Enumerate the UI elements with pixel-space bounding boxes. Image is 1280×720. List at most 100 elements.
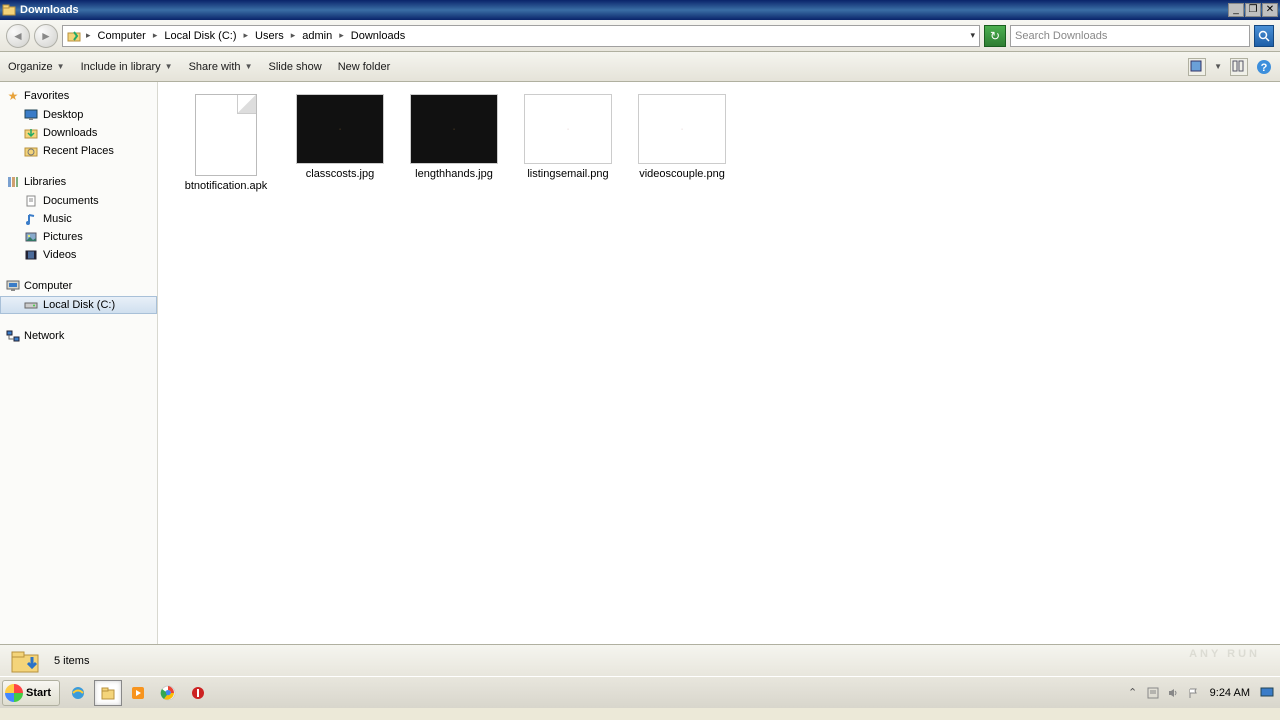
newfolder-label: New folder [338,61,391,73]
chevron-right-icon: ▸ [289,30,298,41]
sidebar-item-label: Music [43,213,72,225]
file-item[interactable]: · lengthhands.jpg [404,94,504,181]
music-icon [24,212,38,226]
sidebar-item-label: Downloads [43,127,97,139]
sidebar-item-label: Desktop [43,109,83,121]
back-button[interactable]: ◄ [6,24,30,48]
include-label: Include in library [81,61,161,73]
status-bar: 5 items [0,644,1280,676]
chevron-down-icon[interactable]: ▾ [970,30,975,41]
file-item[interactable]: · classcosts.jpg [290,94,390,181]
address-bar: ◄ ► ▸ Computer ▸ Local Disk (C:) ▸ Users… [0,20,1280,52]
breadcrumb-item[interactable]: Computer [96,30,148,42]
file-thumbnail: · [410,94,498,164]
sidebar-item-videos[interactable]: Videos [0,246,157,264]
libraries-label: Libraries [24,176,66,188]
status-text: 5 items [54,655,89,667]
new-folder-button[interactable]: New folder [338,61,391,73]
share-label: Share with [189,61,241,73]
clock[interactable]: 9:24 AM [1206,687,1254,699]
libraries-group[interactable]: Libraries [0,172,157,192]
chevron-right-icon: ▸ [84,30,93,41]
navigation-pane: ★Favorites Desktop Downloads Recent Plac… [0,82,158,644]
content-area: ★Favorites Desktop Downloads Recent Plac… [0,82,1280,644]
breadcrumb-item[interactable]: Local Disk (C:) [162,30,238,42]
chevron-down-icon: ▼ [57,62,65,71]
breadcrumb[interactable]: ▸ Computer ▸ Local Disk (C:) ▸ Users ▸ a… [62,25,980,47]
show-desktop-button[interactable] [1260,686,1274,700]
file-name: classcosts.jpg [306,168,374,181]
favorites-label: Favorites [24,90,69,102]
taskbar-item-chrome[interactable] [154,680,182,706]
taskbar-item-explorer[interactable] [94,680,122,706]
watermark: ANY RUN [1189,648,1260,660]
include-in-library-menu[interactable]: Include in library▼ [81,61,173,73]
taskbar-item-app[interactable] [184,680,212,706]
maximize-button[interactable]: ❐ [1245,3,1261,17]
file-item[interactable]: ·videoscouple.png [632,94,732,181]
recent-icon [24,144,38,158]
start-label: Start [26,687,51,699]
help-button[interactable]: ? [1256,59,1272,75]
computer-group[interactable]: Computer [0,276,157,296]
breadcrumb-item[interactable]: admin [300,30,334,42]
file-item[interactable]: ·listingsemail.png [518,94,618,181]
sidebar-item-desktop[interactable]: Desktop [0,106,157,124]
show-hidden-icon[interactable]: ⌃ [1126,686,1140,700]
chevron-right-icon: ▸ [241,30,250,41]
view-options-button[interactable] [1188,58,1206,76]
window-titlebar: Downloads _ ❐ ✕ [0,0,1280,20]
preview-pane-button[interactable] [1230,58,1248,76]
computer-icon [6,279,20,293]
organize-label: Organize [8,61,53,73]
file-list[interactable]: btnotification.apk · classcosts.jpg · length… [158,82,1280,644]
taskbar-item-ie[interactable] [64,680,92,706]
file-thumbnail: · [638,94,726,164]
network-group[interactable]: Network [0,326,157,346]
system-tray: ⌃ 9:24 AM [1126,686,1278,700]
computer-label: Computer [24,280,72,292]
file-item[interactable]: btnotification.apk [176,94,276,193]
sidebar-item-local-disk[interactable]: Local Disk (C:) [0,296,157,314]
sidebar-item-label: Documents [43,195,99,207]
action-center-icon[interactable] [1146,686,1160,700]
favorites-group[interactable]: ★Favorites [0,86,157,106]
flag-icon[interactable] [1186,686,1200,700]
breadcrumb-item[interactable]: Users [253,30,286,42]
sidebar-item-documents[interactable]: Documents [0,192,157,210]
taskbar-item-media[interactable] [124,680,152,706]
libraries-icon [6,175,20,189]
file-thumbnail: · [296,94,384,164]
videos-icon [24,248,38,262]
sidebar-item-recent-places[interactable]: Recent Places [0,142,157,160]
desktop-icon [24,108,38,122]
window-controls: _ ❐ ✕ [1228,3,1278,17]
windows-logo-icon [5,684,23,702]
sidebar-item-downloads[interactable]: Downloads [0,124,157,142]
search-field[interactable] [1010,25,1250,47]
command-bar: Organize▼ Include in library▼ Share with… [0,52,1280,82]
minimize-button[interactable]: _ [1228,3,1244,17]
close-button[interactable]: ✕ [1262,3,1278,17]
sidebar-item-label: Local Disk (C:) [43,299,115,311]
organize-menu[interactable]: Organize ▼ [8,61,65,73]
sidebar-item-pictures[interactable]: Pictures [0,228,157,246]
slideshow-button[interactable]: Slide show [268,61,321,73]
file-name: lengthhands.jpg [415,168,493,181]
chevron-right-icon: ▸ [337,30,346,41]
search-input[interactable] [1015,30,1245,42]
search-button[interactable] [1254,25,1274,47]
start-button[interactable]: Start [2,680,60,706]
volume-icon[interactable] [1166,686,1180,700]
sidebar-item-music[interactable]: Music [0,210,157,228]
folder-icon [67,29,81,43]
chevron-down-icon[interactable]: ▼ [1214,62,1222,71]
breadcrumb-item[interactable]: Downloads [349,30,407,42]
downloads-icon [24,126,38,140]
forward-button[interactable]: ► [34,24,58,48]
share-with-menu[interactable]: Share with ▼ [189,61,253,73]
refresh-button[interactable]: ↻ [984,25,1006,47]
network-icon [6,329,20,343]
chevron-down-icon: ▼ [245,62,253,71]
search-icon [1258,30,1270,42]
